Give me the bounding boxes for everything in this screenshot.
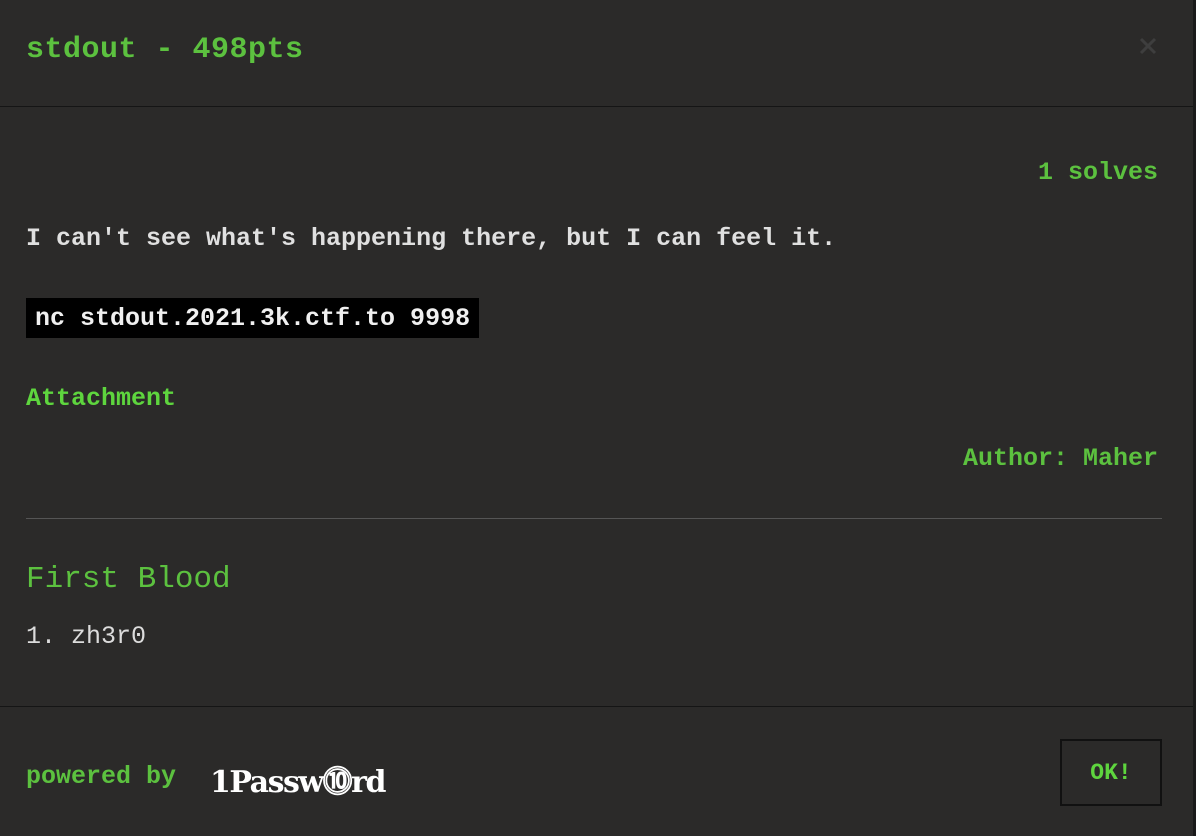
attachment-link[interactable]: Attachment bbox=[26, 384, 176, 413]
connection-command: nc stdout.2021.3k.ctf.to 9998 bbox=[26, 298, 480, 338]
ok-button[interactable]: OK! bbox=[1060, 739, 1162, 806]
challenge-modal: stdout - 498pts 1 solves I can't see wha… bbox=[0, 0, 1196, 836]
list-item: 1. zh3r0 bbox=[26, 622, 147, 651]
powered-by-label: powered by bbox=[26, 762, 177, 791]
modal-footer: powered by 1Passw⓾rd OK! bbox=[0, 706, 1193, 836]
first-blood-list: 1. zh3r0 bbox=[26, 622, 146, 651]
modal-header: stdout - 498pts bbox=[0, 0, 1193, 107]
close-button[interactable] bbox=[1136, 34, 1160, 58]
divider bbox=[26, 518, 1162, 519]
challenge-title: stdout - 498pts bbox=[26, 33, 304, 67]
author-label: Author: Maher bbox=[962, 444, 1158, 473]
onepassword-logo: 1Passw⓾rd bbox=[210, 765, 386, 800]
challenge-description: I can't see what's happening there, but … bbox=[26, 224, 837, 253]
first-blood-heading: First Blood bbox=[26, 562, 231, 597]
close-icon bbox=[1139, 37, 1157, 55]
solves-count[interactable]: 1 solves bbox=[1038, 158, 1158, 187]
